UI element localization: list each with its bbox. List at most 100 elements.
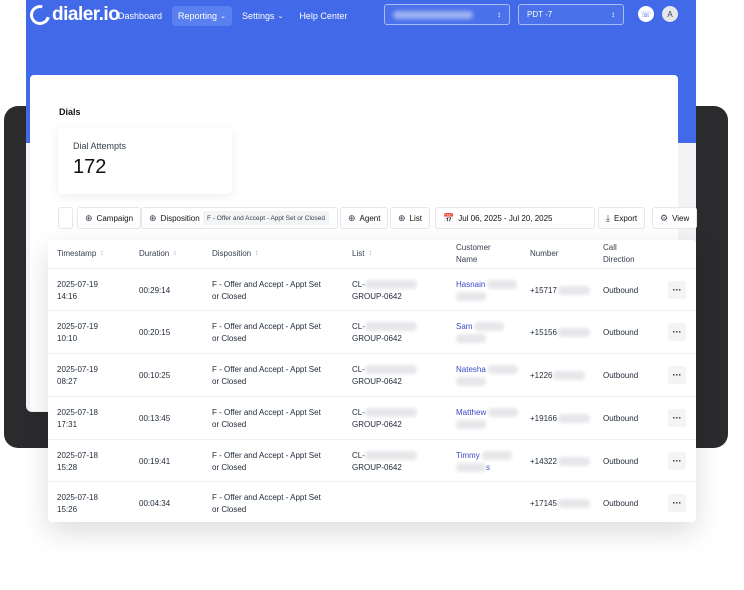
more-actions-icon[interactable]: ···	[668, 494, 686, 512]
disposition-line-2: or Closed	[212, 292, 247, 301]
timestamp-cell: 2025-07-18 15:28	[57, 450, 98, 474]
timestamp-date: 2025-07-18	[57, 408, 98, 417]
date-range-picker[interactable]: 📅 Jul 06, 2025 - Jul 20, 2025	[435, 207, 595, 229]
customer-name-cell[interactable]: Hasnain	[456, 279, 518, 303]
header-list[interactable]: List ↕	[352, 240, 372, 268]
list-group: GROUP-0642	[352, 377, 402, 386]
brand-logo[interactable]: dialer.io	[26, 1, 120, 29]
header-disposition[interactable]: Disposition ↕	[212, 240, 259, 268]
disposition-line-1: F - Offer and Accept - Appt Set	[212, 280, 321, 289]
header-list-label: List	[352, 249, 365, 258]
dial-attempts-stat: Dial Attempts 172	[58, 128, 232, 194]
header-direction-label-2: Direction	[603, 255, 635, 264]
number-cell: +15717	[530, 285, 590, 297]
account-select[interactable]: ↕	[384, 4, 510, 25]
dialer-logo-icon	[26, 1, 54, 29]
section-title: Dials	[59, 107, 81, 117]
number-value: +17145	[530, 499, 557, 508]
timestamp-time: 14:16	[57, 292, 78, 301]
sort-icon: ↕	[368, 250, 372, 257]
timestamp-cell: 2025-07-18 17:31	[57, 407, 98, 431]
name-redacted	[487, 280, 518, 290]
list-prefix: CL-	[352, 322, 365, 331]
timezone-select[interactable]: PDT -7 ↕	[518, 4, 624, 25]
disposition-filter-chip[interactable]: F - Offer and Accept - Appt Set or Close…	[203, 211, 330, 225]
timestamp-cell: 2025-07-19 14:16	[57, 279, 98, 303]
list-cell: CL- GROUP-0642	[352, 364, 417, 388]
list-prefix: CL-	[352, 365, 365, 374]
number-redacted	[557, 457, 590, 467]
agent-filter-button[interactable]: ⊕ Agent	[340, 207, 389, 229]
name-redacted	[488, 408, 519, 418]
table-row[interactable]: 2025-07-18 15:26 00:04:34 F - Offer and Acc…	[48, 481, 696, 522]
disposition-line-1: F - Offer and Accept - Appt Set	[212, 493, 321, 502]
customer-name-link[interactable]: Sam	[456, 322, 472, 331]
header-disposition-label: Disposition	[212, 249, 252, 258]
list-filter-button[interactable]: ⊕ List	[390, 207, 430, 229]
headset-support-icon[interactable]: ☏	[638, 6, 654, 22]
timestamp-time: 10:10	[57, 334, 78, 343]
table-row[interactable]: 2025-07-19 08:27 00:10:25 F - Offer and Acc…	[48, 353, 696, 396]
header-timestamp[interactable]: Timestamp ↕	[57, 240, 104, 268]
disposition-cell: F - Offer and Accept - Appt Set or Closed	[212, 279, 321, 303]
duration-cell: 00:20:15	[139, 328, 171, 337]
plus-circle-icon: ⊕	[85, 212, 93, 223]
number-redacted	[557, 414, 590, 424]
customer-name-link[interactable]: Natesha	[456, 365, 486, 374]
disposition-line-2: or Closed	[212, 420, 247, 429]
select-all-checkbox[interactable]	[58, 207, 73, 229]
customer-name-cell[interactable]: Timmy s	[456, 450, 512, 474]
number-cell: +15156	[530, 327, 590, 339]
number-value: +15156	[530, 328, 557, 337]
view-button[interactable]: ⚙ View	[652, 207, 698, 229]
customer-name-cell[interactable]: Sam	[456, 321, 505, 345]
customer-name-cell[interactable]: Natesha	[456, 364, 518, 388]
date-range-value: Jul 06, 2025 - Jul 20, 2025	[458, 213, 553, 223]
table-row[interactable]: 2025-07-18 17:31 00:13:45 F - Offer and Acc…	[48, 396, 696, 439]
nav-dashboard[interactable]: Dashboard	[112, 6, 168, 26]
number-redacted	[557, 499, 590, 509]
select-arrows-icon: ↕	[497, 10, 501, 19]
table-row[interactable]: 2025-07-19 14:16 00:29:14 F - Offer and Acc…	[48, 268, 696, 311]
campaign-filter-label: Campaign	[96, 213, 134, 223]
nav-help-center-label: Help Center	[299, 11, 348, 21]
export-button[interactable]: ⤓ Export	[598, 207, 646, 229]
list-redacted	[364, 451, 417, 461]
nav-reporting[interactable]: Reporting ⌄	[172, 6, 232, 26]
avatar[interactable]: A	[662, 6, 678, 22]
disposition-line-1: F - Offer and Accept - Appt Set	[212, 322, 321, 331]
direction-cell: Outbound	[603, 499, 639, 508]
more-actions-icon[interactable]: ···	[668, 366, 686, 384]
plus-circle-icon: ⊕	[149, 212, 157, 223]
nav-settings[interactable]: Settings ⌄	[236, 6, 289, 26]
list-filter-label: List	[409, 213, 422, 223]
timestamp-time: 15:28	[57, 463, 78, 472]
direction-cell: Outbound	[603, 371, 639, 380]
customer-name-link[interactable]: Matthew	[456, 408, 486, 417]
more-actions-icon[interactable]: ···	[668, 281, 686, 299]
table-row[interactable]: 2025-07-19 10:10 00:20:15 F - Offer and Acc…	[48, 310, 696, 353]
customer-name-link[interactable]: Hasnain	[456, 280, 485, 289]
customer-name-link[interactable]: Timmy	[456, 451, 480, 460]
customer-name-cell[interactable]: Matthew	[456, 407, 519, 431]
header-duration[interactable]: Duration ↕	[139, 240, 177, 268]
direction-cell: Outbound	[603, 457, 639, 466]
disposition-line-2: or Closed	[212, 463, 247, 472]
more-actions-icon[interactable]: ···	[668, 452, 686, 470]
more-actions-icon[interactable]: ···	[668, 323, 686, 341]
plus-circle-icon: ⊕	[398, 212, 406, 223]
duration-cell: 00:29:14	[139, 286, 171, 295]
disposition-line-1: F - Offer and Accept - Appt Set	[212, 451, 321, 460]
table-row[interactable]: 2025-07-18 15:28 00:19:41 F - Offer and Acc…	[48, 439, 696, 482]
more-actions-icon[interactable]: ···	[668, 409, 686, 427]
direction-cell: Outbound	[603, 414, 639, 423]
view-label: View	[672, 213, 690, 223]
number-redacted	[557, 328, 590, 338]
header-customer-name: Customer Name	[456, 240, 491, 268]
customer-name-suffix: s	[486, 463, 490, 472]
campaign-filter-button[interactable]: ⊕ Campaign	[77, 207, 142, 229]
nav-help-center[interactable]: Help Center	[293, 6, 353, 26]
number-value: +14322	[530, 457, 557, 466]
list-prefix: CL-	[352, 408, 365, 417]
number-cell: +17145	[530, 498, 590, 510]
